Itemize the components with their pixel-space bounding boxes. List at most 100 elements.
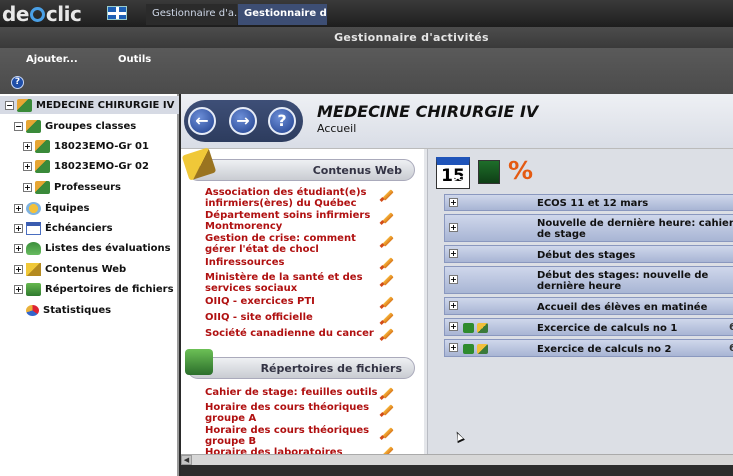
event-count: 6	[729, 343, 733, 354]
expand-icon[interactable]: +	[449, 223, 458, 232]
back-arrow-icon[interactable]: ←	[188, 107, 216, 135]
horizontal-scrollbar[interactable]: ◀	[181, 454, 733, 465]
pencil-icon[interactable]	[380, 427, 392, 439]
expand-icon[interactable]: +	[23, 182, 32, 192]
events-header: Oct 15 %	[428, 149, 733, 191]
event-icons	[463, 344, 488, 354]
board-icon[interactable]	[478, 160, 500, 184]
section-contenus-web: Contenus Web	[187, 159, 415, 181]
collapse-icon[interactable]: −	[5, 100, 14, 110]
expand-icon[interactable]: +	[14, 243, 23, 253]
pencil-icon[interactable]	[380, 274, 392, 286]
tree-item-listes[interactable]: + Listes des évaluations	[14, 240, 171, 256]
app-logo: de clic	[2, 2, 82, 26]
expand-icon[interactable]: +	[14, 284, 23, 294]
event-count: 6	[729, 322, 733, 333]
web-link[interactable]: Association des étudiant(e)s infirmiers(…	[205, 187, 380, 209]
pane-header: ← → ? MEDECINE CHIRURGIE IV Accueil	[181, 94, 733, 149]
tab-gestionnaire-1[interactable]: Gestionnaire d'a...	[146, 4, 237, 25]
expand-icon[interactable]: +	[14, 223, 23, 233]
forward-arrow-icon[interactable]: →	[229, 107, 257, 135]
pencil-icon[interactable]	[380, 312, 392, 324]
pencil-icon[interactable]	[380, 404, 392, 416]
calendar-icon	[26, 221, 41, 235]
web-link[interactable]: Gestion de crise: comment gérer l'état d…	[205, 233, 380, 255]
evaluations-icon	[26, 241, 41, 255]
section-repertoires: Répertoires de fichiers	[187, 357, 415, 379]
web-link[interactable]: Infiressources	[205, 257, 380, 268]
collapse-icon[interactable]: −	[14, 121, 23, 131]
expand-icon[interactable]: +	[449, 301, 458, 310]
file-link[interactable]: Horaire des laboratoires	[205, 447, 380, 454]
tree-item-equipes[interactable]: + Équipes	[14, 200, 89, 216]
tab-gestionnaire-2[interactable]: Gestionnaire d'a...	[238, 4, 327, 25]
menu-tools[interactable]: Outils	[118, 54, 151, 65]
pencil-icon[interactable]	[380, 296, 392, 308]
expand-icon[interactable]: +	[449, 275, 458, 284]
group-icon	[477, 344, 488, 354]
tree-item-group-1[interactable]: + 18023EMO-Gr 01	[23, 138, 149, 154]
web-link[interactable]: OIIQ - site officielle	[205, 312, 380, 323]
event-row[interactable]: + Excercice de calculs no 1 6	[444, 318, 733, 336]
event-row[interactable]: + Exercice de calculs no 2 6	[444, 339, 733, 357]
tree-item-professeurs[interactable]: + Professeurs	[23, 179, 121, 195]
tree-root[interactable]: − MEDECINE CHIRURGIE IV	[5, 97, 174, 113]
expand-icon[interactable]: +	[14, 264, 23, 274]
event-row[interactable]: + Nouvelle de dernière heure: cahier de …	[444, 214, 733, 242]
file-link[interactable]: Horaire des cours théoriques groupe A	[205, 402, 380, 424]
web-link[interactable]: OIIQ - exercices PTI	[205, 296, 380, 307]
quebec-flag-icon	[107, 6, 127, 20]
help-icon[interactable]: ?	[11, 76, 24, 89]
expand-icon[interactable]: +	[23, 161, 32, 171]
groups-icon	[26, 119, 41, 133]
expand-icon[interactable]: +	[449, 249, 458, 258]
web-link[interactable]: Société canadienne du cancer	[205, 328, 380, 339]
content-area: Contenus Web Association des étudiant(e)…	[181, 147, 733, 454]
menu-add[interactable]: Ajouter...	[26, 54, 78, 65]
pencil-icon[interactable]	[380, 189, 392, 201]
pencil-icon[interactable]	[380, 328, 392, 340]
check-icon	[463, 344, 474, 354]
page-subtitle: Accueil	[317, 122, 357, 135]
pencil-icon[interactable]	[380, 212, 392, 224]
event-row[interactable]: + Début des stages: nouvelle de dernière…	[444, 266, 733, 294]
tree-item-groupes[interactable]: − Groupes classes	[14, 118, 136, 134]
group-icon	[477, 323, 488, 333]
group-icon	[35, 159, 50, 173]
tree-item-echeanciers[interactable]: + Échéanciers	[14, 220, 113, 236]
web-link[interactable]: Département soins infirmiers Montmorency	[205, 210, 380, 232]
percent-icon[interactable]: %	[508, 156, 533, 185]
calendar-icon[interactable]: Oct 15	[436, 157, 470, 189]
event-row[interactable]: + Début des stages	[444, 245, 733, 263]
file-link[interactable]: Horaire des cours théoriques groupe B	[205, 425, 380, 447]
expand-icon[interactable]: +	[14, 203, 23, 213]
expand-icon[interactable]: +	[449, 322, 458, 331]
folder-icon	[185, 349, 213, 375]
tree-item-contenus-web[interactable]: + Contenus Web	[14, 261, 126, 277]
window-title: Gestionnaire d'activités	[0, 27, 733, 48]
event-icons	[463, 323, 488, 333]
event-row[interactable]: + Accueil des élèves en matinée	[444, 297, 733, 315]
help-button[interactable]: ?	[268, 107, 296, 135]
nav-button-group: ← → ?	[184, 100, 303, 142]
bottom-bar	[181, 465, 733, 476]
main-pane: ← → ? MEDECINE CHIRURGIE IV Accueil Cont…	[181, 94, 733, 476]
top-bar: de clic Gestionnaire d'a... Gestionnaire …	[0, 0, 733, 27]
expand-icon[interactable]: +	[449, 197, 458, 207]
pencil-icon[interactable]	[380, 235, 392, 247]
event-row[interactable]: + ECOS 11 et 12 mars	[444, 194, 733, 211]
pencil-icon[interactable]	[380, 387, 392, 399]
expand-icon[interactable]: +	[449, 343, 458, 352]
navigation-tree: − MEDECINE CHIRURGIE IV − Groupes classe…	[0, 94, 179, 476]
logo-ring-icon	[29, 7, 45, 22]
pencil-icon[interactable]	[380, 257, 392, 269]
scroll-left-icon[interactable]: ◀	[181, 455, 192, 465]
expand-icon[interactable]: +	[23, 141, 32, 151]
tree-item-repertoires[interactable]: + Répertoires de fichiers	[14, 281, 174, 297]
web-content-icon	[26, 262, 41, 276]
web-link[interactable]: Ministère de la santé et des services so…	[205, 272, 380, 294]
tree-item-statistiques[interactable]: Statistiques	[26, 302, 111, 318]
file-link[interactable]: Cahier de stage: feuilles outils	[205, 387, 380, 398]
events-column: Oct 15 % + ECOS 11 et 12 mars + Nouvelle…	[427, 149, 733, 454]
tree-item-group-2[interactable]: + 18023EMO-Gr 02	[23, 158, 149, 174]
